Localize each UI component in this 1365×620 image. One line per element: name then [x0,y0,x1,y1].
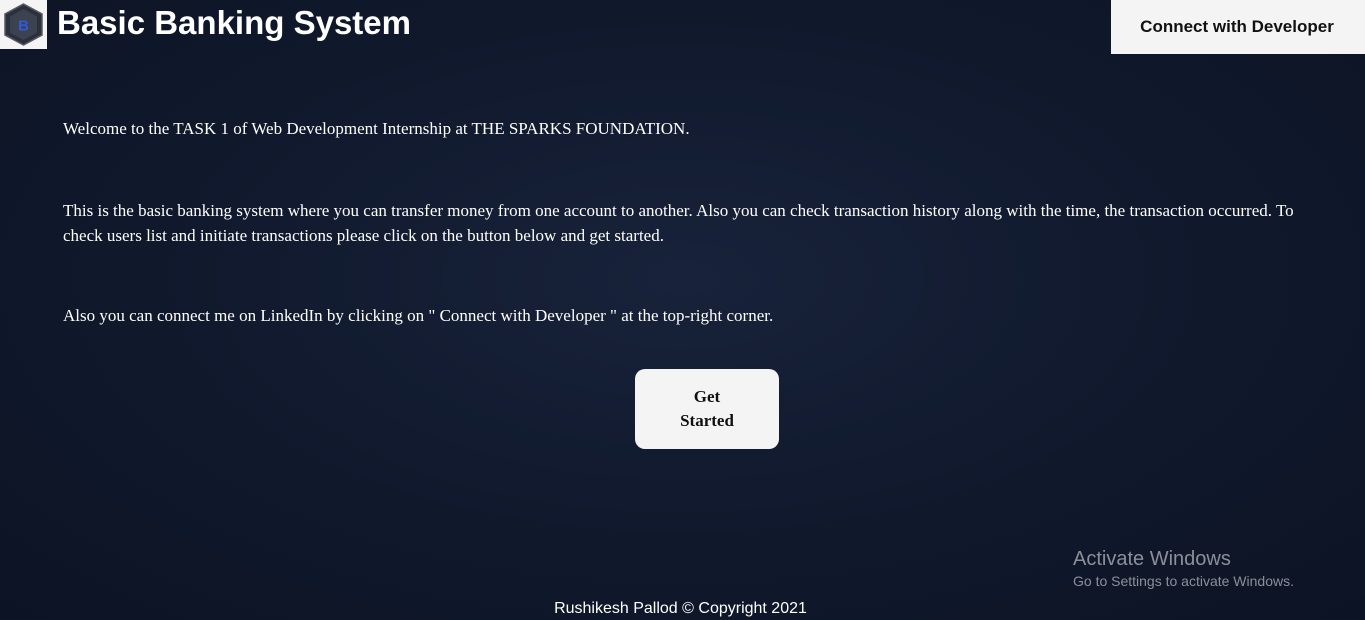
activate-windows-watermark: Activate Windows Go to Settings to activ… [1073,547,1294,590]
copyright-footer: Rushikesh Pallod © Copyright 2021 [554,600,807,617]
get-started-button[interactable]: Get Started [635,369,779,449]
site-header: B Basic Banking System Connect with Deve… [0,0,1365,54]
logo[interactable]: B [0,0,47,49]
welcome-paragraph: Welcome to the TASK 1 of Web Development… [63,119,690,138]
hexagon-b-logo-icon: B [4,3,43,46]
activate-windows-title: Activate Windows [1073,548,1231,570]
description-paragraph: This is the basic banking system where y… [63,201,1294,245]
linkedin-paragraph: Also you can connect me on LinkedIn by c… [63,306,774,325]
activate-windows-subtitle: Go to Settings to activate Windows. [1073,573,1294,589]
connect-with-developer-button[interactable]: Connect with Developer [1111,0,1365,54]
app-title: Basic Banking System [57,4,411,41]
logo-letter: B [18,18,29,35]
